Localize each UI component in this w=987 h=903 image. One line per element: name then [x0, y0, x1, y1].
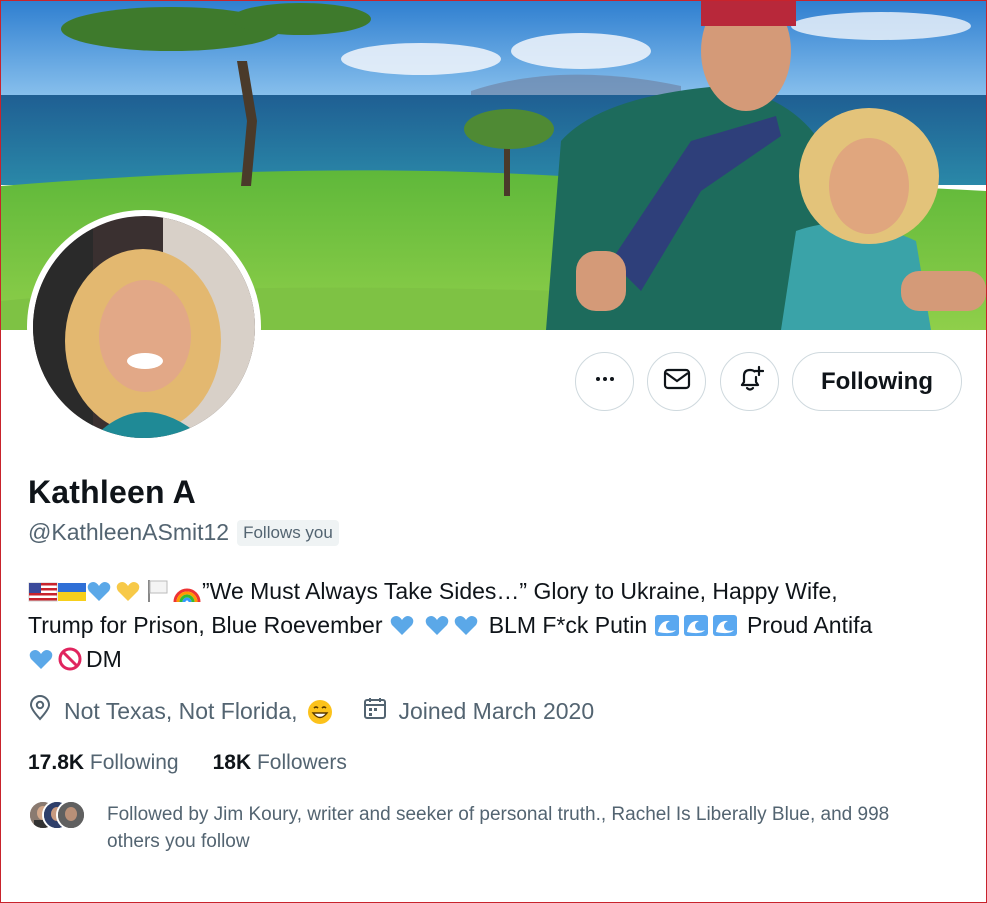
envelope-icon — [663, 367, 691, 396]
bio-line-1: ”We Must Always Take Sides…” Glory to Uk… — [28, 574, 948, 608]
wave-icon — [683, 612, 709, 638]
location-pin-icon — [28, 695, 64, 727]
handle-row: @KathleenASmit12 Follows you — [28, 519, 339, 546]
wave-icon — [654, 612, 680, 638]
profile-avatar[interactable] — [27, 210, 261, 444]
grinning-face-icon — [306, 698, 332, 724]
bio-text-1: ”We Must Always Take Sides…” Glory to Uk… — [202, 578, 838, 604]
notifications-button[interactable] — [720, 352, 779, 411]
blue-heart-icon — [86, 578, 112, 604]
following-count: 17.8K — [28, 751, 85, 774]
prohibited-icon — [57, 646, 83, 672]
calendar-icon — [363, 696, 399, 726]
followed-by-text[interactable]: Followed by Jim Koury, writer and seeker… — [107, 801, 947, 855]
joined-item: Joined March 2020 — [363, 696, 595, 726]
following-label: Following — [89, 751, 179, 774]
profile-bio: ”We Must Always Take Sides…” Glory to Uk… — [28, 574, 948, 676]
location-item: Not Texas, Not Florida, — [28, 695, 335, 727]
followed-by-avatars[interactable] — [28, 800, 88, 832]
blue-heart-icon — [424, 612, 450, 638]
bio-line-2: Trump for Prison, Blue Roevember BLM F*c… — [28, 608, 948, 642]
bio-text-3: DM — [86, 646, 122, 672]
bio-line-3: DM — [28, 642, 948, 676]
profile-meta: Not Texas, Not Florida, Joined March 202… — [28, 695, 594, 727]
location-text: Not Texas, Not Florida, — [64, 697, 298, 724]
display-name: Kathleen A — [28, 474, 196, 510]
bio-text-2b: BLM F*ck Putin — [488, 612, 648, 638]
yellow-heart-icon — [115, 578, 141, 604]
follow-stats: 17.8K Following 18K Followers — [28, 751, 381, 775]
us-flag-icon — [28, 578, 58, 604]
blue-heart-icon — [28, 646, 54, 672]
bell-plus-icon — [736, 365, 764, 398]
username-handle: @KathleenASmit12 — [28, 519, 230, 545]
following-count-link[interactable]: 17.8K Following — [28, 751, 179, 775]
followers-count-link[interactable]: 18K Followers — [213, 751, 347, 775]
blue-heart-icon — [453, 612, 479, 638]
bio-text-2a: Trump for Prison, Blue Roevember — [28, 612, 383, 638]
wave-icon — [712, 612, 738, 638]
bio-text-2c: Proud Antifa — [746, 612, 873, 638]
more-icon — [593, 367, 617, 396]
more-options-button[interactable] — [575, 352, 634, 411]
following-button[interactable]: Following — [792, 352, 962, 411]
followers-label: Followers — [256, 751, 347, 774]
rainbow-icon — [173, 578, 201, 604]
message-button[interactable] — [647, 352, 706, 411]
blue-heart-icon — [389, 612, 415, 638]
joined-text: Joined March 2020 — [398, 697, 595, 724]
avatar — [56, 800, 86, 830]
follows-you-badge: Follows you — [237, 519, 339, 546]
followers-count: 18K — [212, 751, 252, 774]
ukraine-flag-icon — [57, 578, 86, 604]
white-flag-icon — [144, 578, 170, 604]
